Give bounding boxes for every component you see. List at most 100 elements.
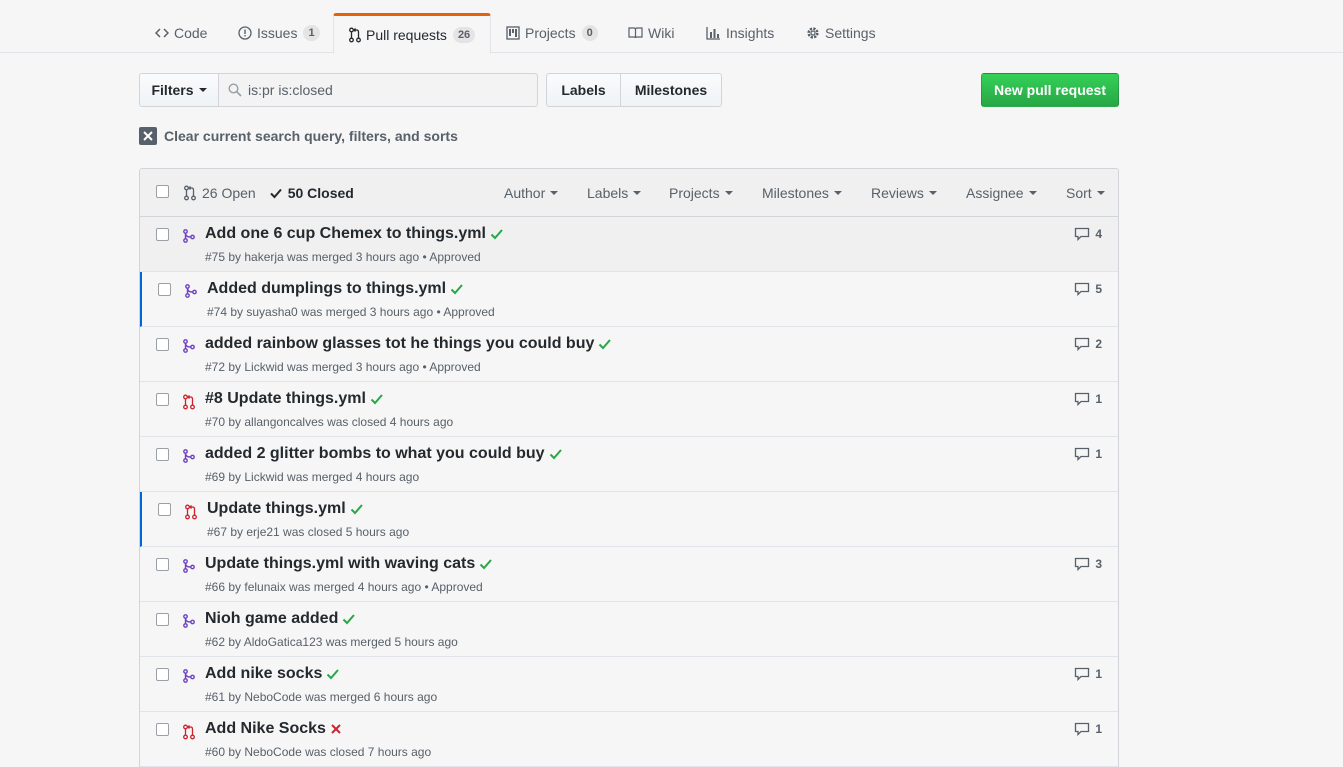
git-merge-icon bbox=[183, 449, 195, 463]
row-checkbox[interactable] bbox=[158, 283, 171, 296]
pull-request-title-wrap: Add Nike Socks bbox=[205, 720, 342, 738]
check-icon[interactable] bbox=[549, 448, 562, 460]
table-row[interactable]: Update things.yml with waving cats #66 by… bbox=[140, 547, 1118, 602]
labels-filter[interactable]: Labels bbox=[587, 169, 642, 217]
tab-settings[interactable]: Settings bbox=[806, 13, 876, 53]
pull-request-title-wrap: added rainbow glasses tot he things you … bbox=[205, 335, 612, 353]
table-row[interactable]: Add Nike Socks #60 by NeboCode was closed… bbox=[140, 712, 1118, 767]
comments-link[interactable]: 3 bbox=[1074, 557, 1102, 571]
comment-icon bbox=[1074, 392, 1090, 406]
table-row[interactable]: Add nike socks #61 by NeboCode was merged… bbox=[140, 657, 1118, 712]
tab-issues[interactable]: Issues 1 bbox=[238, 13, 320, 53]
comments-link[interactable]: 2 bbox=[1074, 337, 1102, 351]
author-filter[interactable]: Author bbox=[504, 169, 559, 217]
pull-request-title[interactable]: Add one 6 cup Chemex to things.yml bbox=[205, 225, 486, 243]
row-checkbox[interactable] bbox=[156, 448, 169, 461]
check-icon[interactable] bbox=[598, 338, 612, 350]
chevron-down-icon bbox=[1028, 191, 1037, 195]
pull-request-title-wrap: Update things.yml with waving cats bbox=[205, 555, 493, 573]
chevron-down-icon bbox=[724, 191, 733, 195]
issues-counter: 1 bbox=[303, 25, 320, 41]
pull-request-title[interactable]: added 2 glitter bombs to what you could … bbox=[205, 445, 545, 463]
tab-insights[interactable]: Insights bbox=[706, 13, 774, 53]
milestones-button[interactable]: Milestones bbox=[620, 73, 722, 107]
tab-wiki-label: Wiki bbox=[648, 25, 675, 41]
check-icon[interactable] bbox=[342, 613, 356, 625]
pull-request-title[interactable]: Add Nike Socks bbox=[205, 720, 326, 738]
row-checkbox[interactable] bbox=[156, 228, 169, 241]
comments-link[interactable]: 5 bbox=[1074, 282, 1102, 296]
row-checkbox[interactable] bbox=[156, 613, 169, 626]
pull-request-title[interactable]: added rainbow glasses tot he things you … bbox=[205, 335, 594, 353]
x-icon[interactable] bbox=[330, 723, 342, 735]
pull-request-meta: #69 by Lickwid was merged 4 hours ago bbox=[205, 470, 420, 484]
pull-request-title[interactable]: Add nike socks bbox=[205, 665, 322, 683]
table-row[interactable]: added 2 glitter bombs to what you could … bbox=[140, 437, 1118, 492]
pull-request-meta: #60 by NeboCode was closed 7 hours ago bbox=[205, 745, 432, 759]
project-icon bbox=[506, 26, 520, 40]
new-pull-request-button[interactable]: New pull request bbox=[981, 73, 1119, 107]
row-checkbox[interactable] bbox=[158, 503, 171, 516]
table-row[interactable]: added rainbow glasses tot he things you … bbox=[140, 327, 1118, 382]
check-icon[interactable] bbox=[479, 558, 493, 570]
pull-request-list: 26 Open 50 Closed Author Labels Projects… bbox=[139, 168, 1119, 767]
closed-count-label: 50 Closed bbox=[287, 185, 354, 201]
closed-filter[interactable]: 50 Closed bbox=[270, 185, 354, 201]
check-icon[interactable] bbox=[490, 228, 503, 240]
comments-link[interactable]: 1 bbox=[1074, 722, 1102, 736]
row-checkbox[interactable] bbox=[156, 558, 169, 571]
reviews-filter[interactable]: Reviews bbox=[871, 169, 937, 217]
chevron-down-icon bbox=[833, 191, 842, 195]
row-checkbox[interactable] bbox=[156, 668, 169, 681]
clear-query-link[interactable]: Clear current search query, filters, and… bbox=[139, 127, 458, 145]
tab-code[interactable]: Code bbox=[155, 13, 207, 53]
pull-request-title[interactable]: #8 Update things.yml bbox=[205, 390, 366, 408]
comments-count: 1 bbox=[1095, 667, 1102, 681]
pull-request-title[interactable]: Update things.yml bbox=[207, 500, 346, 518]
milestones-label: Milestones bbox=[634, 82, 708, 98]
search-input[interactable] bbox=[248, 82, 508, 98]
assignee-filter[interactable]: Assignee bbox=[966, 169, 1037, 217]
tab-projects[interactable]: Projects 0 bbox=[506, 13, 598, 53]
check-icon[interactable] bbox=[350, 503, 363, 515]
assignee-filter-label: Assignee bbox=[966, 185, 1024, 201]
milestones-filter[interactable]: Milestones bbox=[762, 169, 842, 217]
projects-filter-label: Projects bbox=[669, 185, 720, 201]
check-icon[interactable] bbox=[326, 668, 340, 680]
pull-request-title-wrap: Add nike socks bbox=[205, 665, 340, 683]
git-pull-request-closed-icon bbox=[183, 394, 195, 410]
chevron-down-icon bbox=[1096, 191, 1105, 195]
sort-filter-label: Sort bbox=[1066, 185, 1092, 201]
check-icon[interactable] bbox=[450, 283, 463, 295]
tab-wiki[interactable]: Wiki bbox=[628, 13, 674, 53]
table-row[interactable]: Nioh game added #62 by AldoGatica123 was … bbox=[140, 602, 1118, 657]
check-icon[interactable] bbox=[370, 393, 383, 405]
labels-button[interactable]: Labels bbox=[546, 73, 621, 107]
table-row[interactable]: Add one 6 cup Chemex to things.yml #75 by… bbox=[140, 217, 1118, 272]
table-row[interactable]: #8 Update things.yml #70 by allangoncalve… bbox=[140, 382, 1118, 437]
comments-count: 4 bbox=[1095, 227, 1102, 241]
pull-request-title[interactable]: Update things.yml with waving cats bbox=[205, 555, 475, 573]
projects-filter[interactable]: Projects bbox=[669, 169, 733, 217]
comments-link[interactable]: 4 bbox=[1074, 227, 1102, 241]
table-row[interactable]: Update things.yml #67 by erje21 was close… bbox=[140, 492, 1118, 547]
row-checkbox[interactable] bbox=[156, 723, 169, 736]
check-icon bbox=[270, 187, 282, 199]
table-row[interactable]: Added dumplings to things.yml #74 by suya… bbox=[140, 272, 1118, 327]
comments-link[interactable]: 1 bbox=[1074, 447, 1102, 461]
comments-link[interactable]: 1 bbox=[1074, 667, 1102, 681]
comment-icon bbox=[1074, 282, 1090, 296]
sort-filter[interactable]: Sort bbox=[1066, 169, 1105, 217]
filters-button[interactable]: Filters bbox=[139, 73, 219, 107]
tab-pull-requests[interactable]: Pull requests 26 bbox=[333, 13, 492, 54]
pull-request-title[interactable]: Nioh game added bbox=[205, 610, 338, 628]
comments-count: 2 bbox=[1095, 337, 1102, 351]
row-checkbox[interactable] bbox=[156, 338, 169, 351]
comments-link[interactable]: 1 bbox=[1074, 392, 1102, 406]
git-merge-icon bbox=[183, 339, 195, 353]
row-checkbox[interactable] bbox=[156, 393, 169, 406]
select-all-checkbox[interactable] bbox=[156, 185, 169, 198]
open-filter[interactable]: 26 Open bbox=[184, 185, 256, 201]
comment-icon bbox=[1074, 337, 1090, 351]
pull-request-title[interactable]: Added dumplings to things.yml bbox=[207, 280, 446, 298]
